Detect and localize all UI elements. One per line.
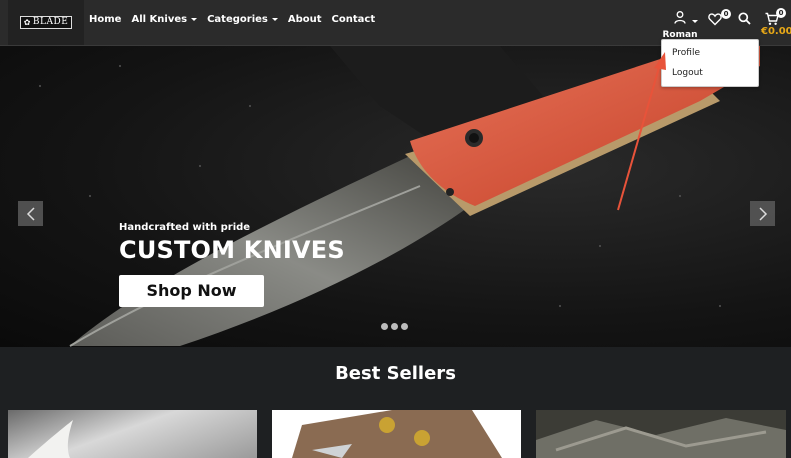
slider-dot-3[interactable] bbox=[401, 323, 408, 330]
slider-next-button[interactable] bbox=[750, 201, 775, 226]
product-image bbox=[28, 420, 73, 458]
chevron-down-icon bbox=[692, 20, 698, 23]
cart-total[interactable]: €0.00 bbox=[761, 26, 791, 37]
nav-contact[interactable]: Contact bbox=[332, 14, 376, 25]
product-card[interactable] bbox=[272, 410, 521, 458]
cart-count-badge: 0 bbox=[776, 8, 786, 18]
nav-categories-label: Categories bbox=[207, 14, 268, 25]
nav-all-knives[interactable]: All Knives bbox=[131, 14, 198, 25]
nav-all-knives-label: All Knives bbox=[131, 14, 188, 25]
search-icon[interactable] bbox=[738, 12, 751, 25]
flower-icon: ✿ bbox=[23, 18, 31, 27]
user-menu-toggle[interactable]: Roman bbox=[660, 11, 700, 42]
hero-headline: CUSTOM KNIVES bbox=[119, 236, 345, 264]
shop-now-button[interactable]: Shop Now bbox=[119, 275, 264, 307]
product-card[interactable] bbox=[536, 410, 786, 458]
wishlist-heart-icon[interactable] bbox=[708, 12, 722, 26]
user-icon bbox=[674, 11, 686, 24]
chevron-down-icon bbox=[271, 17, 278, 21]
main-menu: Home All Knives Categories About Contact bbox=[89, 14, 385, 25]
chevron-right-icon bbox=[758, 206, 767, 221]
nav-categories[interactable]: Categories bbox=[207, 14, 278, 25]
chevron-down-icon bbox=[191, 17, 198, 21]
logo-text: BLADE bbox=[32, 17, 69, 27]
user-dropdown-menu: Profile Logout bbox=[661, 39, 759, 87]
hero-slider: Handcrafted with pride CUSTOM KNIVES Sho… bbox=[0, 46, 791, 347]
profile-menu-item[interactable]: Profile bbox=[672, 48, 700, 58]
slider-prev-button[interactable] bbox=[18, 201, 43, 226]
slider-dots bbox=[381, 323, 408, 330]
hero-tagline: Handcrafted with pride bbox=[119, 222, 251, 233]
nav-home[interactable]: Home bbox=[89, 14, 121, 25]
product-image bbox=[292, 410, 502, 458]
brand-logo: ✿ BLADE bbox=[20, 16, 72, 29]
slider-dot-2[interactable] bbox=[391, 323, 398, 330]
product-card[interactable] bbox=[8, 410, 257, 458]
nav-about[interactable]: About bbox=[288, 14, 322, 25]
logout-menu-item[interactable]: Logout bbox=[672, 68, 703, 78]
best-sellers-title: Best Sellers bbox=[335, 363, 456, 384]
slider-dot-1[interactable] bbox=[381, 323, 388, 330]
wishlist-count-badge: 0 bbox=[721, 9, 731, 19]
chevron-left-icon bbox=[26, 206, 35, 221]
product-image bbox=[536, 418, 786, 458]
logo-link[interactable]: ✿ BLADE bbox=[8, 0, 84, 45]
